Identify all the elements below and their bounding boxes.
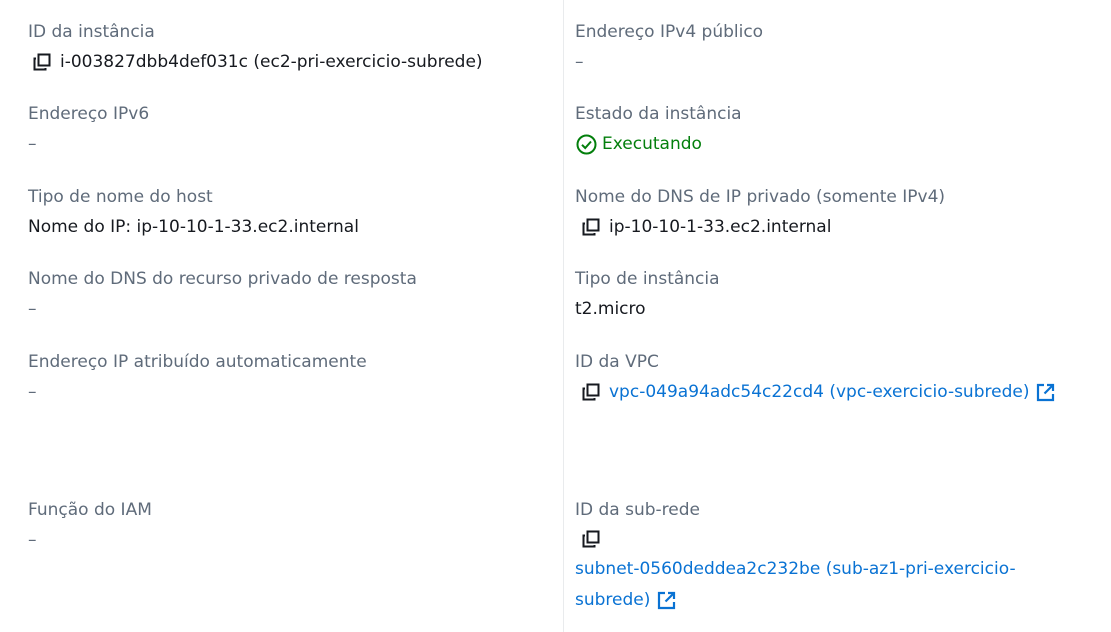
ipv6-label: Endereço IPv6 (28, 104, 150, 124)
subnet-id-link-line2-row[interactable]: subrede) (575, 585, 1016, 616)
ipv6-field: Endereço IPv6 – (28, 103, 149, 155)
private-dns-value: ip-10-10-1-33.ec2.internal (609, 217, 832, 237)
subnet-id-link-line2[interactable]: subrede) (575, 585, 650, 616)
vpc-id-label: ID da VPC (575, 352, 659, 372)
private-resource-dns-field: Nome do DNS do recurso privado de respos… (28, 268, 417, 320)
vpc-id-field: ID da VPC vpc-049a94adc54c22cd4 (vpc-exe… (575, 351, 1055, 403)
private-dns-value-row: ip-10-10-1-33.ec2.internal (575, 216, 945, 238)
public-ipv4-field: Endereço IPv4 público – (575, 21, 763, 73)
instance-type-label: Tipo de instância (575, 269, 720, 289)
instance-state-value-row: Executando (575, 133, 742, 155)
vpc-id-link[interactable]: vpc-049a94adc54c22cd4 (vpc-exercicio-sub… (609, 381, 1029, 403)
copy-icon[interactable] (32, 52, 52, 72)
iam-role-value: – (28, 530, 37, 550)
instance-state-field: Estado da instância Executando (575, 103, 742, 155)
instance-type-value: t2.micro (575, 299, 646, 319)
instance-state-value: Executando (602, 134, 702, 154)
private-resource-dns-value: – (28, 299, 37, 319)
subnet-id-link-line1[interactable]: subnet-0560deddea2c232be (sub-az1-pri-ex… (575, 554, 1016, 585)
external-link-icon[interactable] (1035, 382, 1055, 402)
public-ipv4-value: – (575, 52, 584, 72)
instance-id-field: ID da instância i-003827dbb4def031c (ec2… (28, 21, 483, 73)
vpc-id-value-row: vpc-049a94adc54c22cd4 (vpc-exercicio-sub… (575, 381, 1055, 403)
instance-type-field: Tipo de instância t2.micro (575, 268, 720, 320)
private-resource-dns-label: Nome do DNS do recurso privado de respos… (28, 269, 417, 289)
public-ipv4-label: Endereço IPv4 público (575, 22, 764, 42)
auto-ip-field: Endereço IP atribuído automaticamente – (28, 351, 367, 403)
instance-id-value-row: i-003827dbb4def031c (ec2-pri-exercicio-s… (32, 51, 483, 73)
private-dns-field: Nome do DNS de IP privado (somente IPv4)… (575, 186, 945, 238)
auto-ip-label: Endereço IP atribuído automaticamente (28, 352, 367, 372)
copy-icon[interactable] (581, 217, 601, 237)
copy-icon[interactable] (581, 382, 601, 402)
check-circle-icon (575, 133, 597, 155)
instance-id-label: ID da instância (28, 22, 155, 42)
iam-role-label: Função do IAM (28, 500, 152, 520)
instance-id-value: i-003827dbb4def031c (ec2-pri-exercicio-s… (60, 52, 483, 72)
hostname-type-label: Tipo de nome do host (28, 187, 213, 207)
external-link-icon[interactable] (656, 591, 676, 611)
private-dns-label: Nome do DNS de IP privado (somente IPv4) (575, 187, 946, 207)
hostname-type-field: Tipo de nome do host Nome do IP: ip-10-1… (28, 186, 359, 238)
subnet-id-label: ID da sub-rede (575, 500, 701, 520)
subnet-copy-row (575, 529, 1016, 549)
instance-state-label: Estado da instância (575, 104, 742, 124)
subnet-id-link-block[interactable]: subnet-0560deddea2c232be (sub-az1-pri-ex… (575, 554, 1016, 616)
ipv6-value: – (28, 134, 37, 154)
iam-role-field: Função do IAM – (28, 499, 152, 551)
copy-icon[interactable] (581, 529, 601, 549)
subnet-id-field: ID da sub-rede subnet-0560deddea2c232be … (575, 499, 1016, 616)
hostname-type-value: Nome do IP: ip-10-10-1-33.ec2.internal (28, 217, 359, 237)
column-divider (563, 0, 564, 632)
auto-ip-value: – (28, 382, 37, 402)
